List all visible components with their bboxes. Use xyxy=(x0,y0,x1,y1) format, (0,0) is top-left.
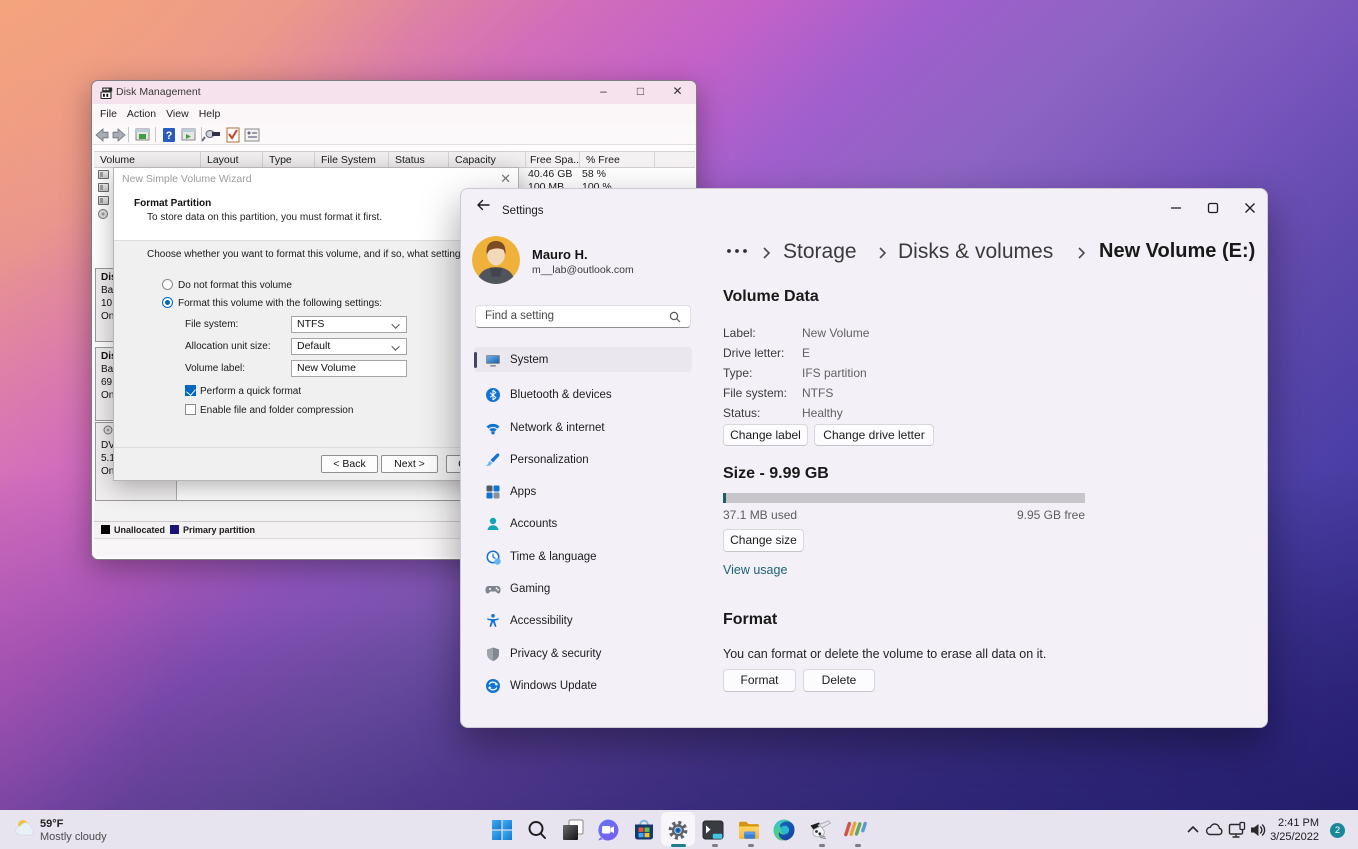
svg-text:?: ? xyxy=(166,130,173,142)
